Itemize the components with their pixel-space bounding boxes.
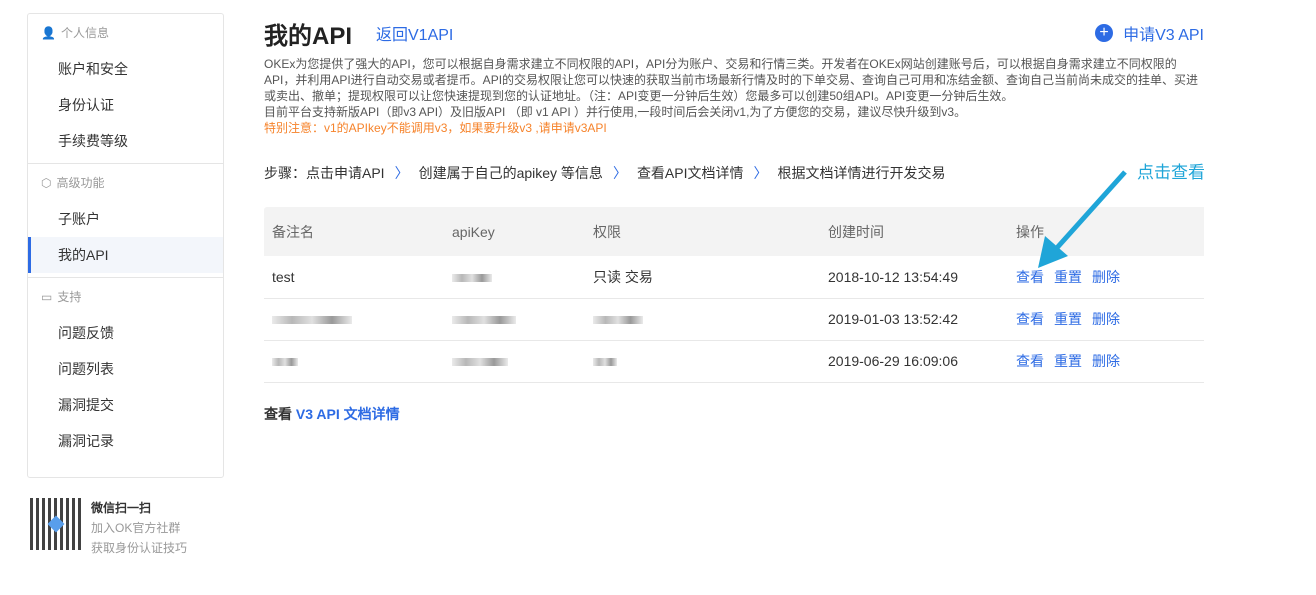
- annotation-arrow-icon: [1038, 170, 1127, 268]
